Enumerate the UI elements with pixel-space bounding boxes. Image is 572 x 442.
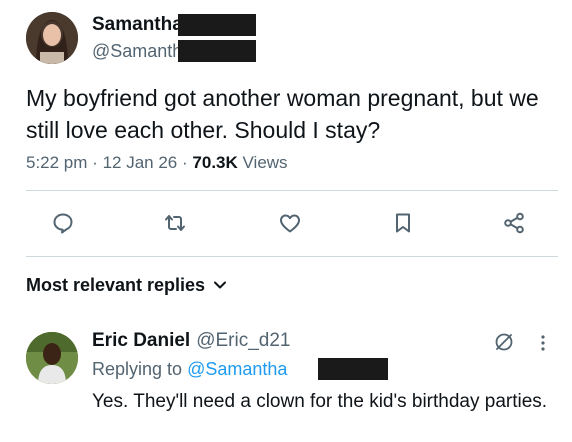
avatar-photo	[26, 12, 78, 64]
grok-icon[interactable]	[494, 332, 514, 352]
replying-to: Replying to @Samantha	[92, 358, 287, 380]
tweet-text: My boyfriend got another woman pregnant,…	[26, 85, 539, 143]
bookmark-icon	[396, 213, 410, 233]
chevron-down-icon	[214, 281, 227, 289]
replying-redaction	[318, 358, 388, 380]
share-button[interactable]	[499, 208, 529, 238]
share-icon	[504, 212, 524, 234]
bookmark-button[interactable]	[388, 208, 418, 238]
avatar-photo	[26, 332, 78, 384]
views-count: 70.3K	[192, 153, 238, 172]
tweet-time[interactable]: 5:22 pm	[26, 153, 87, 172]
divider	[26, 256, 558, 257]
reply-author-name: Eric Daniel	[92, 330, 191, 351]
handle-redaction	[178, 40, 256, 62]
author-name[interactable]: Samantha	[92, 14, 183, 36]
reply-icon	[53, 213, 73, 234]
replies-sort-dropdown[interactable]: Most relevant replies	[26, 274, 227, 296]
author-name-text: Samantha	[92, 14, 183, 35]
name-redaction	[178, 14, 256, 36]
tweet-meta: 5:22 pm · 12 Jan 26 · 70.3K Views	[26, 152, 288, 174]
meta-separator: ·	[182, 153, 188, 172]
reply-author[interactable]: Eric Daniel @Eric_d21	[92, 330, 291, 352]
reply-text: Yes. They'll need a clown for the kid's …	[92, 391, 548, 412]
author-handle[interactable]: @Samanth	[92, 40, 182, 62]
author-handle-text: @Samanth	[92, 41, 183, 61]
divider	[26, 190, 558, 191]
replies-sort-label: Most relevant replies	[26, 275, 206, 295]
meta-separator: ·	[92, 153, 98, 172]
views-label[interactable]: Views	[243, 153, 288, 172]
retweet-button[interactable]	[160, 208, 190, 238]
replying-prefix: Replying to	[92, 359, 183, 379]
reply-avatar[interactable]	[26, 332, 78, 384]
like-button[interactable]	[275, 208, 305, 238]
author-avatar[interactable]	[26, 12, 78, 64]
reply-button[interactable]	[48, 208, 78, 238]
retweet-icon	[165, 215, 185, 231]
reply-author-handle: @Eric_d21	[196, 330, 291, 351]
like-icon	[280, 214, 300, 233]
replying-to-link[interactable]: @Samantha	[187, 359, 287, 379]
more-options-icon[interactable]	[540, 334, 546, 352]
tweet-date[interactable]: 12 Jan 26	[103, 153, 178, 172]
